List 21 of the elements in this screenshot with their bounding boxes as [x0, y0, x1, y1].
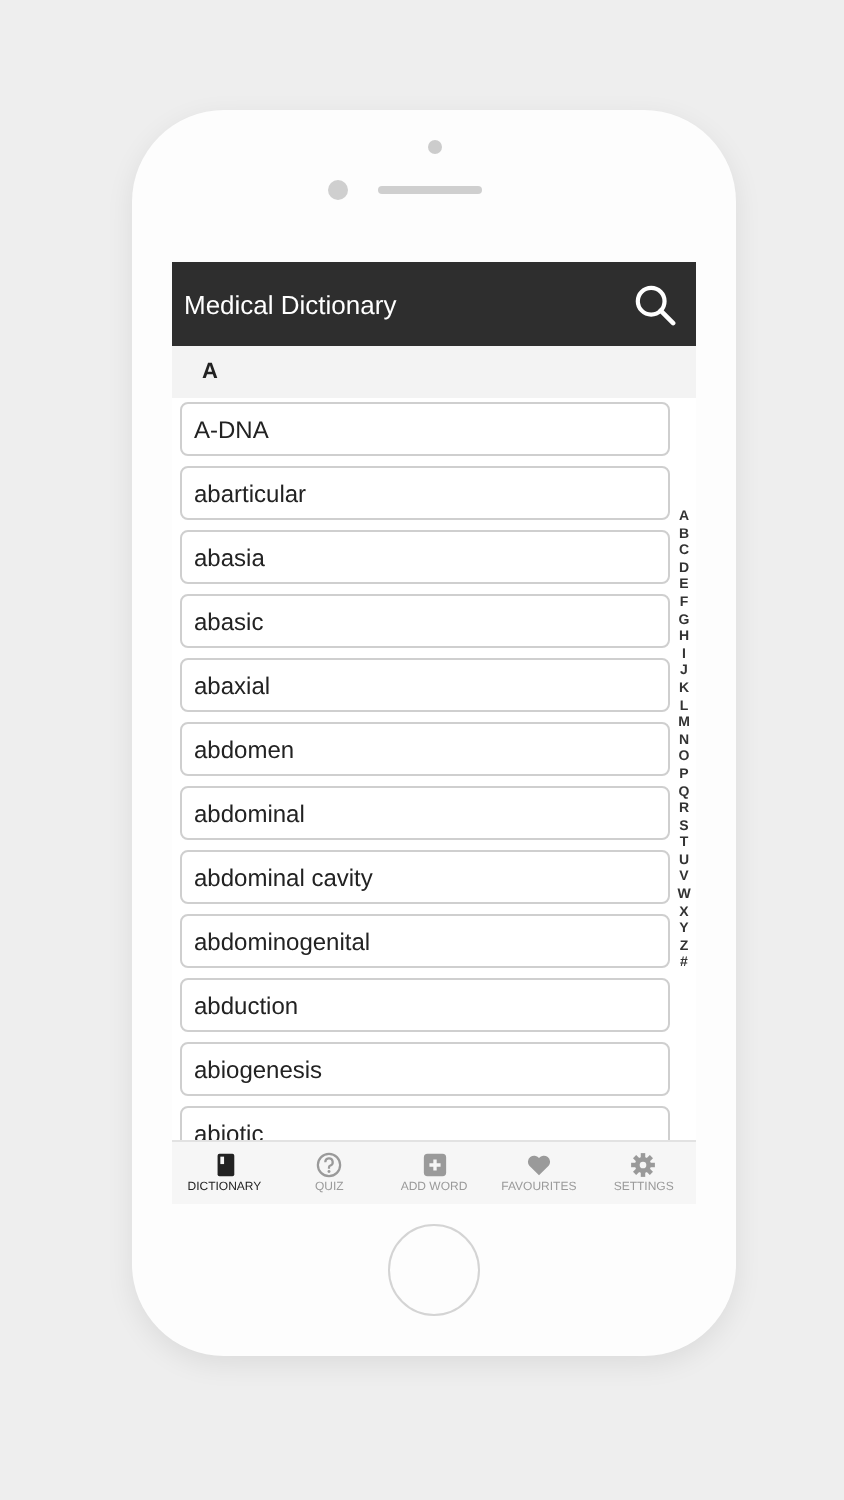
- camera-dot: [427, 140, 441, 154]
- word-item[interactable]: A-DNA: [180, 402, 670, 456]
- word-item[interactable]: abarticular: [180, 466, 670, 520]
- word-item[interactable]: abaxial: [180, 658, 670, 712]
- speaker-slot: [377, 186, 481, 194]
- word-item[interactable]: abduction: [180, 978, 670, 1032]
- app-title: Medical Dictionary: [184, 289, 397, 319]
- search-icon[interactable]: [634, 283, 676, 325]
- word-item[interactable]: abdominal cavity: [180, 850, 670, 904]
- word-item[interactable]: abasia: [180, 530, 670, 584]
- word-item[interactable]: abdominogenital: [180, 914, 670, 968]
- word-item[interactable]: abdominal: [180, 786, 670, 840]
- word-item[interactable]: abasic: [180, 594, 670, 648]
- sensor-dot: [327, 180, 347, 200]
- word-item[interactable]: abiogenesis: [180, 1042, 670, 1096]
- word-item[interactable]: abdomen: [180, 722, 670, 776]
- heart-icon: [525, 1152, 552, 1178]
- section-letter: A: [202, 360, 218, 384]
- gear-icon: [630, 1152, 657, 1178]
- add-icon: [421, 1152, 448, 1178]
- help-icon: [316, 1152, 343, 1178]
